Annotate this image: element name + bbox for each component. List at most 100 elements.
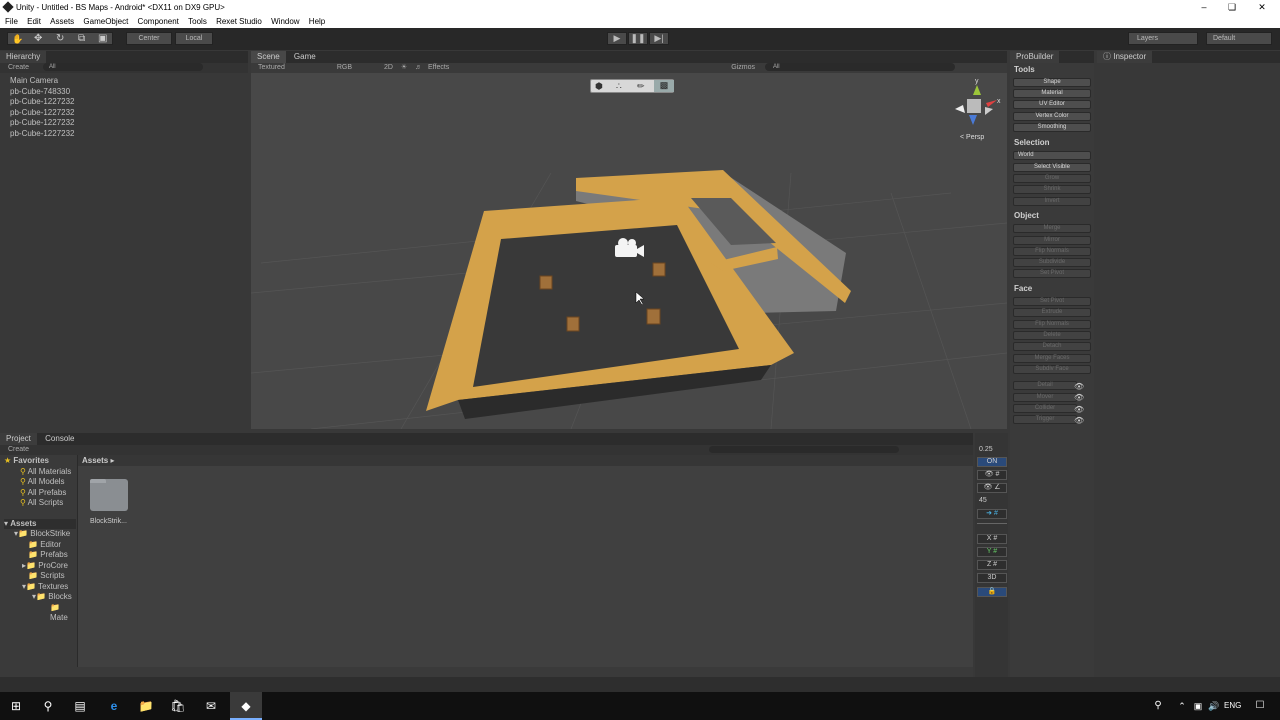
folder-item[interactable]: 📁 Mate — [4, 603, 76, 624]
orientation-gizmo[interactable] — [955, 85, 997, 125]
hand-tool-icon[interactable]: ✋ — [12, 34, 23, 45]
eye-icon[interactable]: 👁 — [1074, 404, 1084, 415]
mover-button[interactable]: Mover — [1013, 393, 1077, 402]
breadcrumb-label[interactable]: Assets — [82, 456, 108, 465]
mirror-button[interactable]: Mirror — [1013, 236, 1091, 245]
trigger-button[interactable]: Trigger — [1013, 415, 1077, 424]
task-view-icon[interactable]: ▤ — [72, 698, 88, 714]
rotate-tool-icon[interactable]: ↻ — [56, 33, 64, 44]
notifications-icon[interactable]: ☐ — [1252, 698, 1268, 714]
subdiv-face-button[interactable]: Subdiv Face — [1013, 365, 1091, 374]
menu-help[interactable]: Help — [309, 15, 325, 28]
set-pivot-face-button[interactable]: Set Pivot — [1013, 297, 1091, 306]
hierarchy-item[interactable]: pb-Cube-1227232 — [10, 97, 248, 108]
restore-icon[interactable]: ❏ — [1222, 2, 1242, 13]
delete-button[interactable]: Delete — [1013, 331, 1091, 340]
lock-grid-icon[interactable]: 🔒 — [977, 587, 1007, 597]
show-hidden-icons-icon[interactable]: ⌃ — [1174, 698, 1190, 714]
layers-dropdown[interactable]: Layers — [1128, 32, 1198, 45]
hierarchy-item[interactable]: Main Camera — [10, 76, 248, 87]
collider-button[interactable]: Collider — [1013, 404, 1077, 413]
detach-button[interactable]: Detach — [1013, 342, 1091, 351]
project-create-button[interactable]: Create — [8, 446, 29, 453]
shape-button[interactable]: Shape — [1013, 78, 1091, 87]
hierarchy-search-input[interactable]: All — [42, 63, 203, 72]
menu-gameobject[interactable]: GameObject — [83, 15, 128, 28]
extrude-button[interactable]: Extrude — [1013, 308, 1091, 317]
favorite-item[interactable]: ⚲ All Scripts — [4, 498, 76, 509]
tab-project[interactable]: Project — [0, 433, 37, 445]
tab-console[interactable]: Console — [39, 433, 81, 445]
edge-browser-icon[interactable]: e — [106, 698, 122, 714]
menu-rexet-studio[interactable]: Rexet Studio — [216, 15, 262, 28]
gizmos-dropdown[interactable]: Gizmos — [731, 64, 755, 71]
favorite-item[interactable]: ⚲ All Models — [4, 477, 76, 488]
minimize-icon[interactable]: – — [1194, 2, 1214, 12]
folder-item[interactable]: ▾📁 Blocks — [4, 592, 76, 603]
language-indicator[interactable]: ENG — [1224, 701, 1241, 710]
uv-editor-button[interactable]: UV Editor — [1013, 100, 1091, 109]
close-icon[interactable]: ✕ — [1252, 2, 1272, 13]
merge-button[interactable]: Merge — [1013, 224, 1091, 233]
invert-button[interactable]: Invert — [1013, 197, 1091, 206]
network-icon[interactable]: ▣ — [1190, 698, 1206, 714]
hierarchy-create-button[interactable]: Create — [8, 64, 29, 71]
rect-tool-icon[interactable]: ▣ — [98, 33, 107, 44]
folder-item[interactable]: 📁 Scripts — [4, 571, 76, 582]
favorite-item[interactable]: ⚲ All Materials — [4, 467, 76, 478]
menu-tools[interactable]: Tools — [188, 15, 207, 28]
merge-faces-button[interactable]: Merge Faces — [1013, 354, 1091, 363]
z-plane-button[interactable]: Z # — [977, 560, 1007, 570]
x-plane-button[interactable]: X # — [977, 534, 1007, 544]
subdivide-button[interactable]: Subdivide — [1013, 258, 1091, 267]
object-mode-icon[interactable]: ⬢ — [595, 81, 603, 92]
world-dropdown[interactable]: World — [1013, 151, 1091, 160]
show-angles-toggle[interactable]: 👁 ∠ — [977, 483, 1007, 493]
vertex-mode-icon[interactable]: ∴ — [616, 81, 622, 92]
menu-window[interactable]: Window — [271, 15, 299, 28]
snap-value[interactable]: 0.25 — [979, 446, 993, 453]
mail-icon[interactable]: ✉ — [203, 698, 219, 714]
assets-root[interactable]: ▾ Assets — [4, 518, 76, 529]
favorites-group[interactable]: ★ Favorites — [4, 456, 76, 467]
hierarchy-item[interactable]: pb-Cube-1227232 — [10, 129, 248, 140]
pivot-local-button[interactable]: Local — [175, 32, 213, 45]
flip-normals-face-button[interactable]: Flip Normals — [1013, 320, 1091, 329]
y-plane-button[interactable]: Y # — [977, 547, 1007, 557]
pause-button[interactable]: ❚❚ — [628, 32, 648, 45]
shrink-button[interactable]: Shrink — [1013, 185, 1091, 194]
mode-3d-button[interactable]: 3D — [977, 573, 1007, 583]
edge-mode-icon[interactable]: ✏ — [637, 81, 645, 92]
eye-icon[interactable]: 👁 — [1074, 381, 1084, 392]
folder-item[interactable]: 📁 Prefabs — [4, 550, 76, 561]
select-visible-button[interactable]: Select Visible — [1013, 163, 1091, 172]
shading-mode-dropdown[interactable]: Textured — [258, 64, 285, 71]
folder-item[interactable]: ▸📁 ProCore — [4, 561, 76, 572]
store-icon[interactable]: 🛍 — [170, 698, 186, 714]
mode-2d-toggle[interactable]: 2D — [384, 64, 393, 71]
move-tool-icon[interactable]: ✥ — [34, 33, 42, 44]
show-grid-toggle[interactable]: 👁 # — [977, 470, 1007, 480]
asset-label[interactable]: BlockStrik... — [90, 518, 127, 525]
grow-button[interactable]: Grow — [1013, 174, 1091, 183]
eye-icon[interactable]: 👁 — [1074, 415, 1084, 426]
hierarchy-item[interactable]: pb-Cube-1227232 — [10, 108, 248, 119]
push-to-grid-button[interactable]: ➜ # — [977, 509, 1007, 519]
scene-search-input[interactable]: All — [764, 63, 955, 72]
start-icon[interactable]: ⊞ — [8, 698, 24, 714]
vertex-color-button[interactable]: Vertex Color — [1013, 112, 1091, 121]
hierarchy-item[interactable]: pb-Cube-748330 — [10, 87, 248, 98]
step-button[interactable]: ▶| — [649, 32, 669, 45]
detail-button[interactable]: Detail — [1013, 381, 1077, 390]
persp-label[interactable]: < Persp — [960, 134, 984, 141]
tab-hierarchy[interactable]: Hierarchy — [0, 51, 47, 63]
play-button[interactable]: ▶ — [607, 32, 627, 45]
file-explorer-icon[interactable]: 📁 — [138, 698, 154, 714]
rgb-dropdown[interactable]: RGB — [337, 64, 352, 71]
effects-dropdown[interactable]: Effects — [428, 64, 449, 71]
angle-value[interactable]: 45 — [979, 497, 987, 504]
flip-normals-object-button[interactable]: Flip Normals — [1013, 247, 1091, 256]
menu-component[interactable]: Component — [138, 15, 179, 28]
favorite-item[interactable]: ⚲ All Prefabs — [4, 488, 76, 499]
scale-tool-icon[interactable]: ⧉ — [78, 33, 85, 44]
